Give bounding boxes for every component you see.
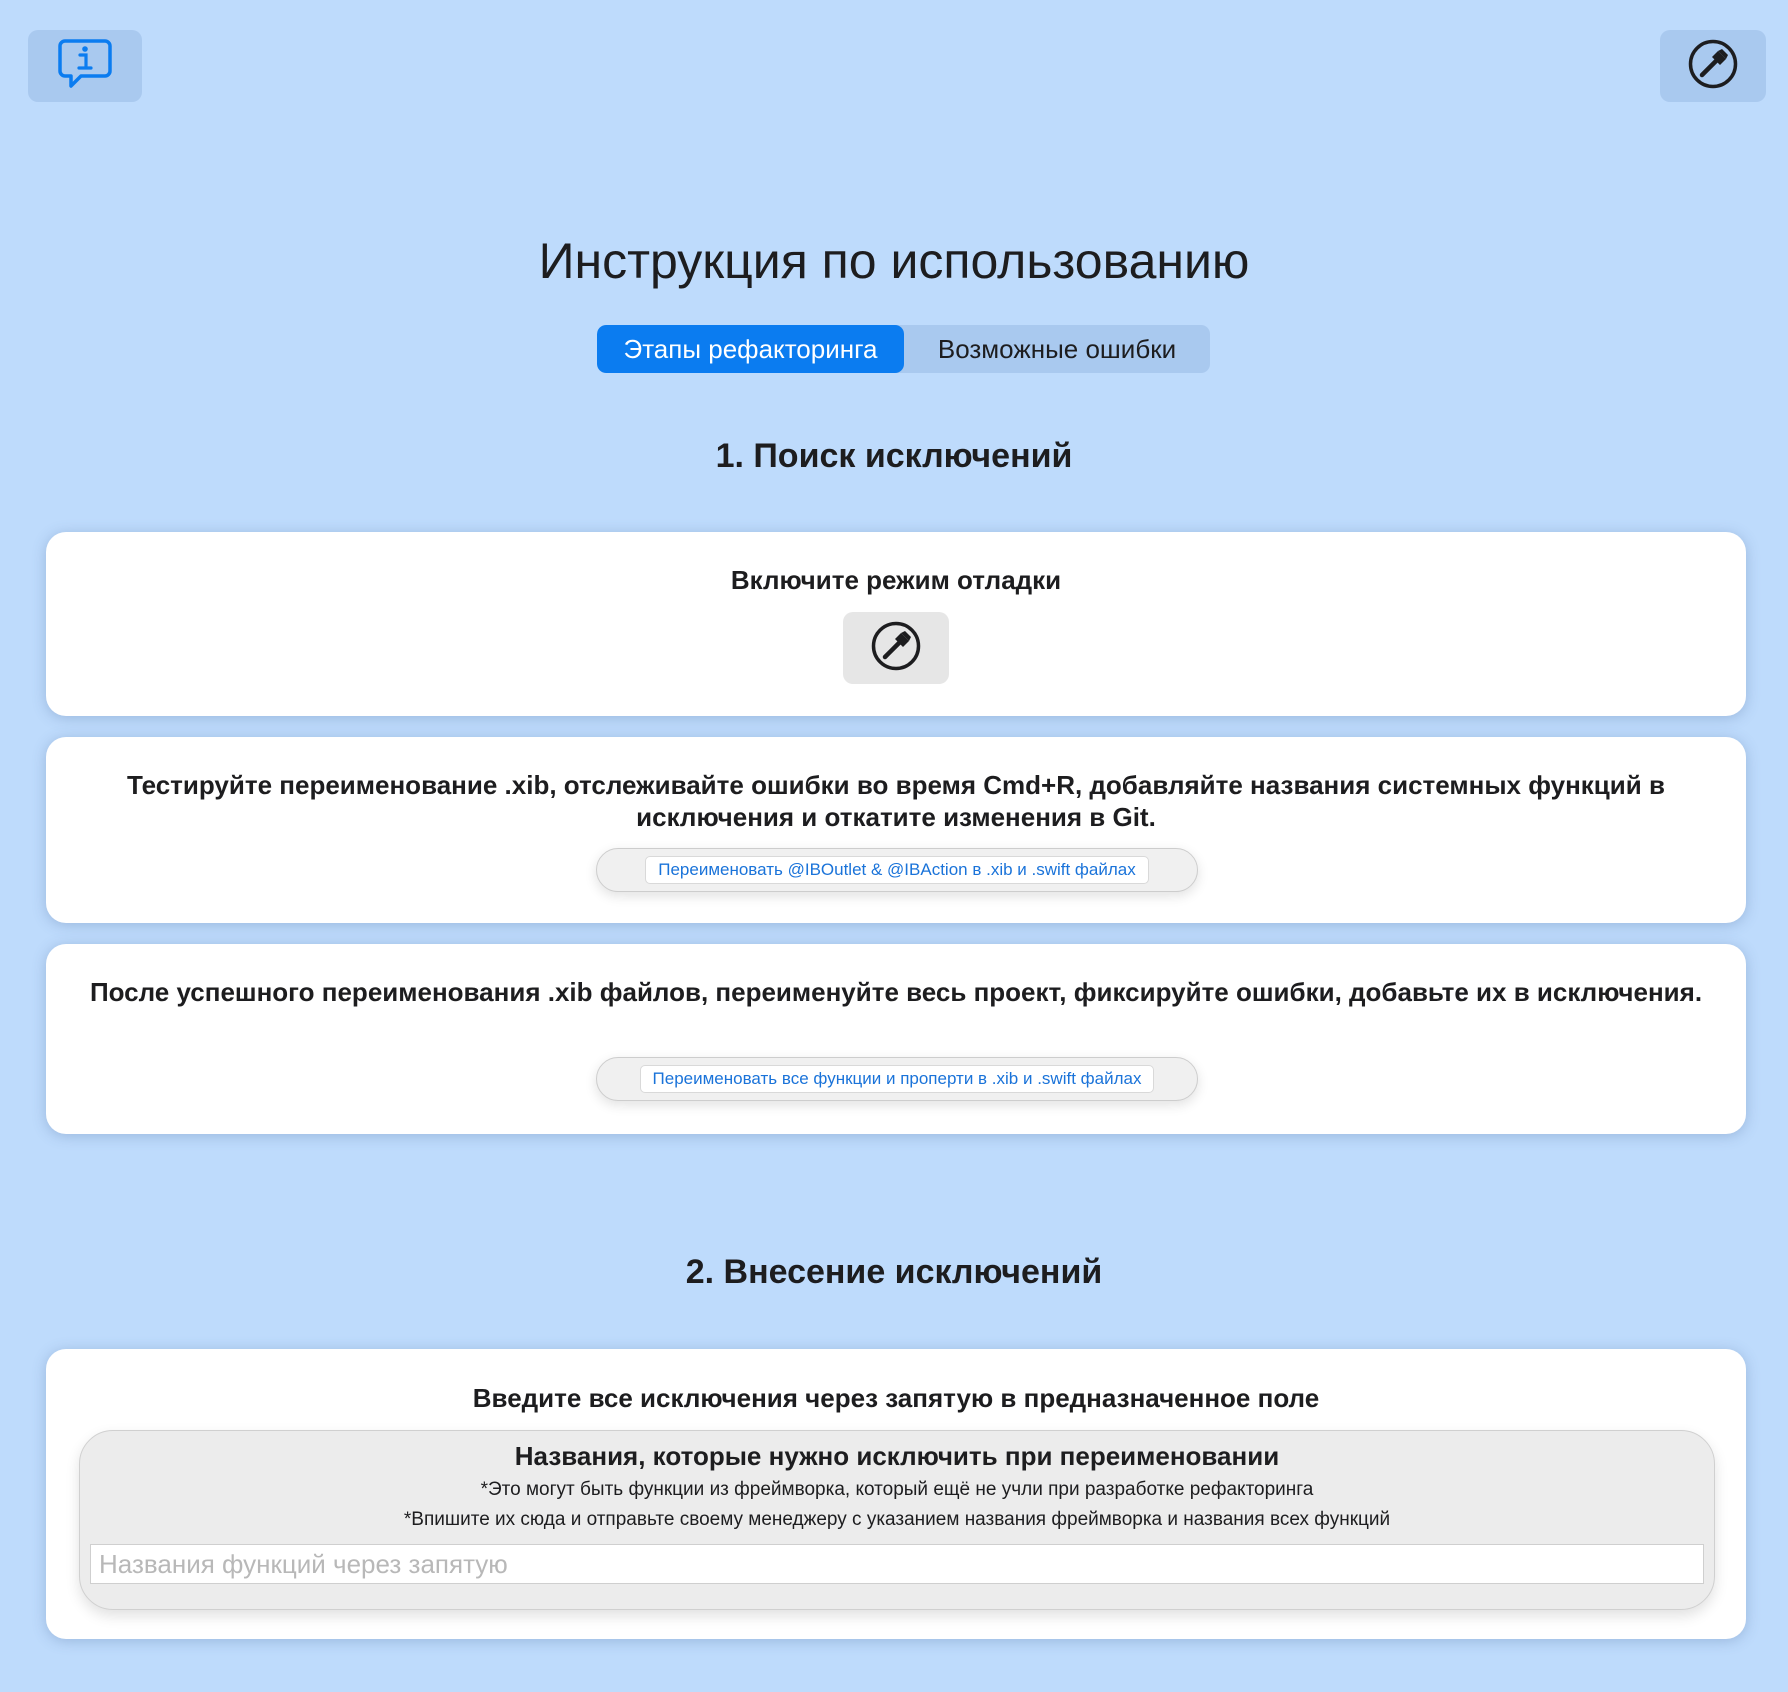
exceptions-note-framework: *Это могут быть функции из фреймворка, к… <box>480 1479 1314 1500</box>
exceptions-panel-title: Названия, которые нужно исключить при пе… <box>514 1441 1280 1471</box>
exceptions-panel: Названия, которые нужно исключить при пе… <box>79 1430 1715 1610</box>
rename-xib-heading: Тестируйте переименование .xib, отслежив… <box>127 770 1665 832</box>
debug-mode-button[interactable] <box>1660 30 1766 102</box>
rename-xib-button-container: Переименовать @IBOutlet & @IBAction в .x… <box>596 848 1198 892</box>
debug-mode-card: Включите режим отладки <box>46 532 1746 716</box>
rename-xib-card: Тестируйте переименование .xib, отслежив… <box>46 737 1746 923</box>
exceptions-card: Введите все исключения через запятую в п… <box>46 1349 1746 1639</box>
section-title-search: 1. Поиск исключений <box>715 437 1073 475</box>
tab-control: Этапы рефакторинга Возможные ошибки <box>597 325 1210 373</box>
tab-refactoring-steps[interactable]: Этапы рефакторинга <box>597 325 904 373</box>
hammer-circle-icon <box>1687 38 1739 95</box>
rename-all-functions-button[interactable]: Переименовать все функции и проперти в .… <box>639 1065 1155 1093</box>
rename-iboutlet-ibaction-button[interactable]: Переименовать @IBOutlet & @IBAction в .x… <box>645 856 1149 884</box>
rename-project-button-container: Переименовать все функции и проперти в .… <box>596 1057 1198 1101</box>
debug-mode-heading: Включите режим отладки <box>730 565 1062 595</box>
exceptions-heading: Введите все исключения через запятую в п… <box>472 1383 1320 1413</box>
info-button[interactable] <box>28 30 142 102</box>
page-title: Инструкция по использованию <box>538 233 1250 289</box>
hammer-circle-icon <box>870 620 922 677</box>
exceptions-note-manager: *Впишите их сюда и отправьте своему мене… <box>403 1509 1391 1530</box>
info-bubble-icon <box>57 38 113 95</box>
rename-project-card: После успешного переименования .xib файл… <box>46 944 1746 1134</box>
tab-possible-errors[interactable]: Возможные ошибки <box>904 325 1210 373</box>
exceptions-input[interactable] <box>90 1544 1704 1584</box>
section-title-exceptions: 2. Внесение исключений <box>685 1253 1103 1291</box>
rename-project-heading: После успешного переименования .xib файл… <box>89 977 1703 1007</box>
debug-toggle-button[interactable] <box>843 612 949 684</box>
